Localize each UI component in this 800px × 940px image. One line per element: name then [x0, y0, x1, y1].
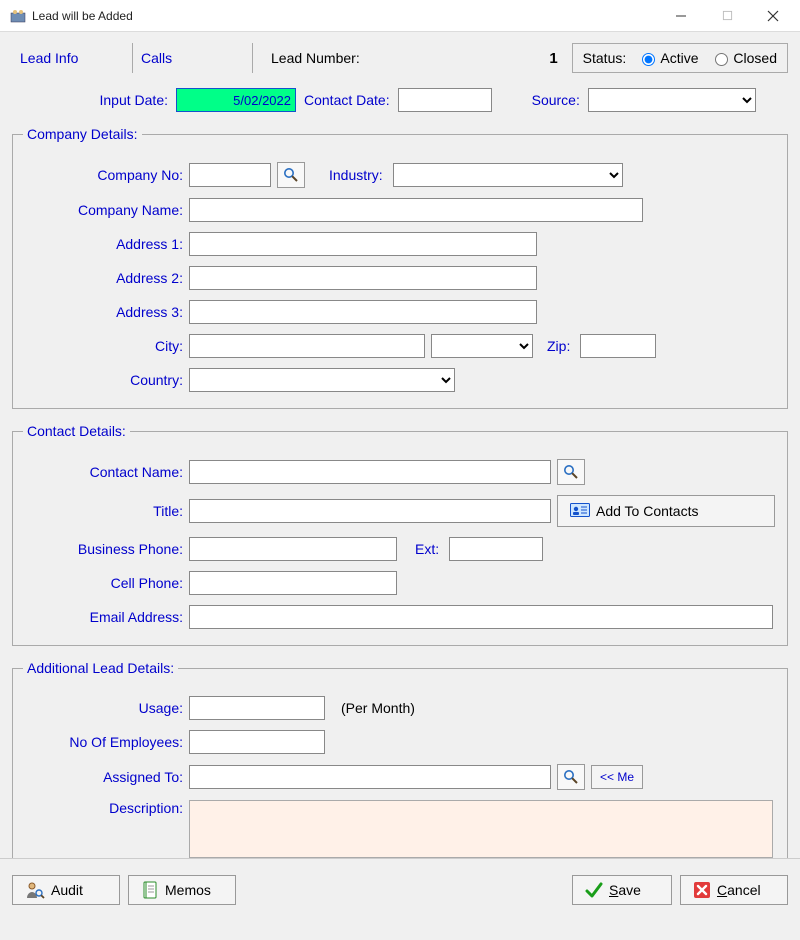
description-label: Description: [23, 800, 183, 816]
save-label: Save [609, 882, 641, 898]
additional-details-group: Additional Lead Details: Usage: (Per Mon… [12, 660, 788, 875]
title-label: Title: [23, 503, 183, 519]
status-active-radio[interactable] [642, 53, 655, 66]
window-title: Lead will be Added [32, 9, 658, 23]
audit-label: Audit [51, 882, 83, 898]
contact-lookup-button[interactable] [557, 459, 585, 485]
close-button[interactable] [750, 2, 796, 30]
save-button[interactable]: Save [572, 875, 672, 905]
company-name-label: Company Name: [23, 202, 183, 218]
address2-field[interactable] [189, 266, 537, 290]
ext-field[interactable] [449, 537, 543, 561]
state-select[interactable] [431, 334, 533, 358]
search-icon [283, 167, 299, 183]
address1-field[interactable] [189, 232, 537, 256]
input-date-field[interactable] [176, 88, 296, 112]
minimize-button[interactable] [658, 2, 704, 30]
source-select[interactable] [588, 88, 756, 112]
business-phone-field[interactable] [189, 537, 397, 561]
assign-me-button[interactable]: << Me [591, 765, 643, 789]
cancel-label: Cancel [717, 882, 761, 898]
cell-phone-field[interactable] [189, 571, 397, 595]
assigned-label: Assigned To: [23, 769, 183, 785]
description-field[interactable] [189, 800, 773, 858]
employees-field[interactable] [189, 730, 325, 754]
memos-button[interactable]: Memos [128, 875, 236, 905]
additional-details-legend: Additional Lead Details: [23, 660, 178, 676]
company-lookup-button[interactable] [277, 162, 305, 188]
email-field[interactable] [189, 605, 773, 629]
status-closed-option[interactable]: Closed [709, 50, 777, 66]
tab-calls[interactable]: Calls [132, 43, 252, 73]
notebook-icon [141, 881, 159, 899]
status-group: Status: Active Closed [572, 43, 788, 73]
assigned-field[interactable] [189, 765, 551, 789]
assign-me-label: << Me [600, 770, 634, 784]
app-icon [10, 8, 26, 24]
business-phone-label: Business Phone: [23, 541, 183, 557]
city-label: City: [23, 338, 183, 354]
search-icon [563, 464, 579, 480]
person-search-icon [25, 880, 45, 900]
memos-label: Memos [165, 882, 211, 898]
company-name-field[interactable] [189, 198, 643, 222]
cancel-button[interactable]: Cancel [680, 875, 788, 905]
lead-number-value: 1 [549, 50, 557, 67]
lead-number-label: Lead Number: [271, 50, 360, 66]
tab-lead-info[interactable]: Lead Info [12, 43, 132, 73]
titlebar: Lead will be Added [0, 0, 800, 32]
source-label: Source: [532, 92, 584, 108]
contact-card-icon [570, 503, 590, 519]
audit-button[interactable]: Audit [12, 875, 120, 905]
zip-field[interactable] [580, 334, 656, 358]
address2-label: Address 2: [23, 270, 183, 286]
contact-name-field[interactable] [189, 460, 551, 484]
company-no-field[interactable] [189, 163, 271, 187]
usage-label: Usage: [23, 700, 183, 716]
employees-label: No Of Employees: [23, 734, 183, 750]
status-label: Status: [583, 50, 627, 66]
address3-label: Address 3: [23, 304, 183, 320]
contact-date-field[interactable] [398, 88, 492, 112]
address3-field[interactable] [189, 300, 537, 324]
email-label: Email Address: [23, 609, 183, 625]
check-icon [585, 881, 603, 899]
zip-label: Zip: [547, 338, 574, 354]
ext-label: Ext: [415, 541, 443, 557]
company-no-label: Company No: [23, 167, 183, 183]
contact-name-label: Contact Name: [23, 464, 183, 480]
maximize-button[interactable] [704, 2, 750, 30]
footer-bar: Audit Memos Save Cancel [0, 858, 800, 920]
usage-unit: (Per Month) [341, 700, 419, 716]
search-icon [563, 769, 579, 785]
company-details-group: Company Details: Company No: Industry: C… [12, 126, 788, 409]
title-field[interactable] [189, 499, 551, 523]
industry-label: Industry: [329, 167, 387, 183]
add-to-contacts-label: Add To Contacts [596, 503, 698, 519]
city-field[interactable] [189, 334, 425, 358]
contact-details-group: Contact Details: Contact Name: Title: Ad… [12, 423, 788, 646]
usage-field[interactable] [189, 696, 325, 720]
status-active-option[interactable]: Active [636, 50, 698, 66]
x-icon [693, 881, 711, 899]
country-label: Country: [23, 372, 183, 388]
contact-details-legend: Contact Details: [23, 423, 130, 439]
company-details-legend: Company Details: [23, 126, 142, 142]
assigned-lookup-button[interactable] [557, 764, 585, 790]
industry-select[interactable] [393, 163, 623, 187]
add-to-contacts-button[interactable]: Add To Contacts [557, 495, 775, 527]
status-closed-radio[interactable] [715, 53, 728, 66]
country-select[interactable] [189, 368, 455, 392]
input-date-label: Input Date: [12, 92, 172, 108]
contact-date-label: Contact Date: [304, 92, 394, 108]
cell-phone-label: Cell Phone: [23, 575, 183, 591]
address1-label: Address 1: [23, 236, 183, 252]
